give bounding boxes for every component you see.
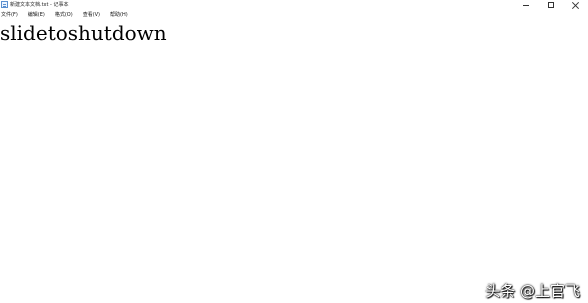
editor-text[interactable]: slidetoshutdown <box>0 21 167 45</box>
menu-edit[interactable]: 编辑(E) <box>28 10 45 20</box>
notepad-window: 新建文本文档.txt - 记事本 文件(F) 编辑(E) 格式(O) 查看(V)… <box>0 0 588 303</box>
close-icon <box>572 2 579 9</box>
close-button[interactable] <box>563 0 588 10</box>
window-title: 新建文本文档.txt - 记事本 <box>10 2 69 8</box>
minimize-button[interactable] <box>513 0 538 10</box>
maximize-button[interactable] <box>538 0 563 10</box>
watermark: 头条 @上官飞 <box>485 282 580 300</box>
maximize-icon <box>547 2 554 8</box>
menu-bar: 文件(F) 编辑(E) 格式(O) 查看(V) 帮助(H) <box>0 10 588 20</box>
menu-file[interactable]: 文件(F) <box>1 10 18 20</box>
text-editor[interactable]: slidetoshutdown <box>0 20 588 303</box>
menu-help[interactable]: 帮助(H) <box>110 10 128 20</box>
menu-format[interactable]: 格式(O) <box>55 10 73 20</box>
window-controls <box>513 0 588 10</box>
menu-view[interactable]: 查看(V) <box>83 10 100 20</box>
title-bar[interactable]: 新建文本文档.txt - 记事本 <box>0 0 588 10</box>
notepad-icon <box>1 1 8 8</box>
minimize-icon <box>522 5 529 6</box>
